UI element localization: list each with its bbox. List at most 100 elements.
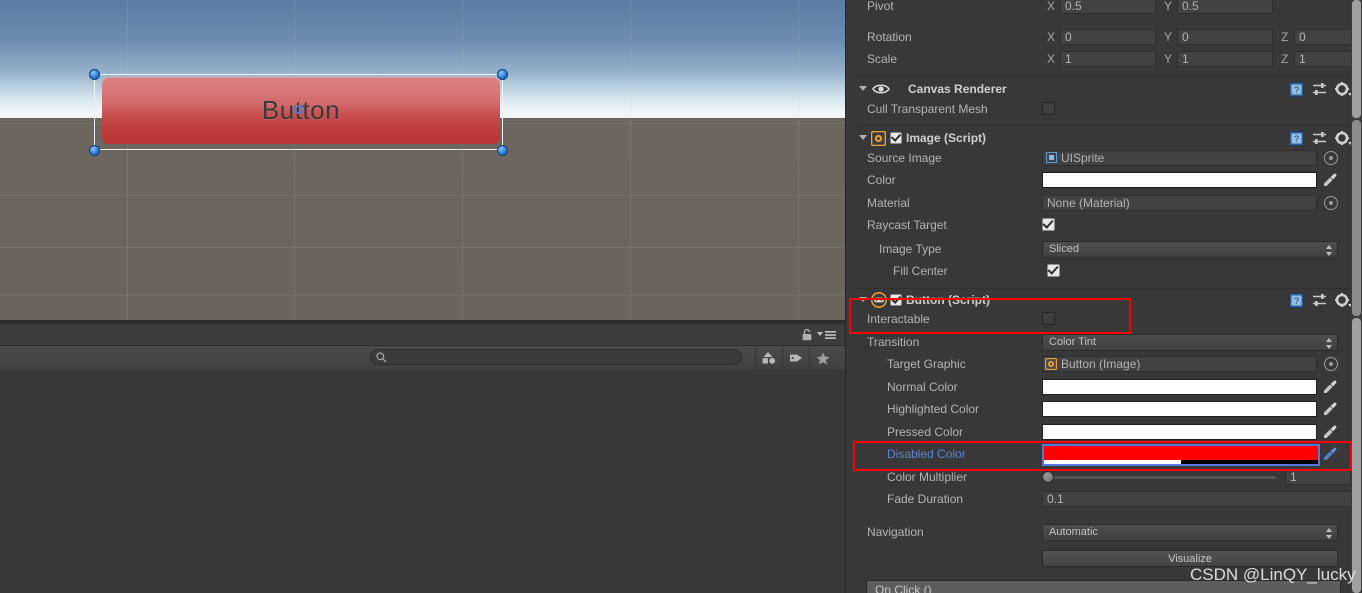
scene-grid-line	[127, 0, 128, 324]
sprite-icon	[1046, 152, 1057, 163]
pressed-color-swatch[interactable]	[1042, 424, 1317, 440]
rotation-x-field[interactable]: 0	[1060, 29, 1156, 45]
target-graphic-object-picker[interactable]	[1324, 357, 1338, 371]
pivot-y-axis: Y	[1164, 0, 1173, 13]
raycast-target-label: Raycast Target	[867, 218, 947, 232]
lock-icon[interactable]	[801, 328, 813, 341]
canvas-renderer-header[interactable]: Canvas Renderer ?	[846, 79, 1362, 101]
interactable-checkbox[interactable]	[1042, 312, 1055, 325]
disabled-color-label: Disabled Color	[887, 447, 966, 461]
normal-color-label: Normal Color	[887, 380, 958, 394]
pivot-y-field[interactable]: 0.5	[1177, 0, 1273, 14]
resize-handle-top-left[interactable]	[89, 69, 100, 80]
favorite-filter-button[interactable]	[809, 347, 836, 369]
gear-icon[interactable]	[1335, 131, 1352, 146]
inspector-scrollbar-thumb-top[interactable]	[1352, 0, 1361, 118]
rotation-y-field[interactable]: 0	[1177, 29, 1273, 45]
color-multiplier-field[interactable]: 1	[1285, 469, 1351, 485]
resize-handle-bottom-right[interactable]	[497, 145, 508, 156]
disabled-color-swatch[interactable]	[1042, 444, 1320, 466]
transition-value: Color Tint	[1049, 336, 1097, 348]
scale-z-field[interactable]: 1	[1294, 51, 1352, 67]
image-type-dropdown[interactable]: Sliced	[1042, 241, 1338, 258]
transition-label: Transition	[867, 335, 920, 349]
fill-center-checkbox[interactable]	[1047, 264, 1060, 277]
target-graphic-field[interactable]: Button (Image)	[1042, 356, 1317, 372]
filter-by-type-button[interactable]	[755, 347, 782, 369]
transition-dropdown[interactable]: Color Tint	[1042, 334, 1338, 351]
fade-duration-field[interactable]: 0.1	[1042, 491, 1352, 507]
eyedropper-icon[interactable]	[1322, 172, 1338, 188]
svg-text:?: ?	[1294, 296, 1299, 306]
color-swatch[interactable]	[1042, 172, 1317, 188]
preset-sliders-icon[interactable]	[1312, 293, 1328, 308]
target-graphic-row: Target Graphic Button (Image)	[857, 354, 1352, 376]
chevron-down-icon[interactable]	[859, 86, 867, 91]
cull-transparent-mesh-checkbox[interactable]	[1042, 102, 1055, 115]
eye-icon	[872, 84, 890, 94]
scale-row: Scale X 1 Y 1 Z 1	[857, 49, 1352, 71]
scene-grid-line	[294, 0, 295, 324]
cull-transparent-mesh-row: Cull Transparent Mesh	[857, 99, 1352, 121]
gear-icon[interactable]	[1335, 82, 1352, 97]
chevron-down-icon[interactable]	[859, 135, 867, 140]
scene-grid-line	[798, 0, 799, 324]
scene-view[interactable]: Button	[0, 0, 845, 324]
rotation-row: Rotation X 0 Y 0 Z 0	[857, 27, 1352, 49]
material-field[interactable]: None (Material)	[1042, 195, 1317, 211]
eyedropper-icon[interactable]	[1322, 379, 1338, 395]
image-type-label: Image Type	[879, 242, 942, 256]
help-book-icon[interactable]: ?	[1289, 82, 1304, 97]
target-graphic-label: Target Graphic	[887, 357, 966, 371]
material-row: Material None (Material)	[857, 193, 1352, 215]
image-type-row: Image Type Sliced	[857, 239, 1352, 261]
help-book-icon[interactable]: ?	[1289, 293, 1304, 308]
scale-y-field[interactable]: 1	[1177, 51, 1273, 67]
highlighted-color-swatch[interactable]	[1042, 401, 1317, 417]
filter-by-label-button[interactable]	[782, 347, 809, 369]
button-script-enabled-checkbox[interactable]	[890, 294, 902, 306]
scene-grid-line	[0, 295, 845, 296]
disabled-color-alpha-track	[1044, 460, 1318, 464]
normal-color-row: Normal Color	[857, 377, 1352, 399]
image-script-header[interactable]: Image (Script) ?	[846, 128, 1362, 150]
eyedropper-icon[interactable]	[1322, 424, 1338, 440]
eyedropper-icon[interactable]	[1322, 446, 1338, 462]
material-label: Material	[867, 196, 910, 210]
color-row: Color	[857, 170, 1352, 192]
search-input[interactable]	[370, 349, 742, 365]
help-book-icon[interactable]: ?	[1289, 131, 1304, 146]
inspector-scrollbar[interactable]	[1351, 0, 1362, 593]
resize-handle-bottom-left[interactable]	[89, 145, 100, 156]
eyedropper-icon[interactable]	[1322, 401, 1338, 417]
scale-y-axis: Y	[1164, 52, 1173, 66]
navigation-dropdown[interactable]: Automatic	[1042, 524, 1338, 541]
chevron-down-icon[interactable]	[859, 297, 867, 302]
slider-knob[interactable]	[1042, 471, 1054, 483]
preset-sliders-icon[interactable]	[1312, 82, 1328, 97]
project-panel-body[interactable]	[0, 370, 845, 593]
raycast-target-checkbox[interactable]	[1042, 218, 1055, 231]
color-multiplier-slider[interactable]	[1042, 467, 1280, 489]
inspector-scrollbar-thumb[interactable]	[1352, 120, 1361, 316]
inspector-scrollbar-thumb-bottom[interactable]	[1352, 318, 1361, 593]
image-script-enabled-checkbox[interactable]	[890, 132, 902, 144]
pivot-x-field[interactable]: 0.5	[1060, 0, 1156, 14]
scene-grid-line	[630, 0, 631, 324]
button-component-icon	[871, 292, 887, 308]
source-image-object-picker[interactable]	[1324, 151, 1338, 165]
preset-sliders-icon[interactable]	[1312, 131, 1328, 146]
hamburger-menu-icon[interactable]	[817, 330, 837, 340]
normal-color-swatch[interactable]	[1042, 379, 1317, 395]
scale-x-field[interactable]: 1	[1060, 51, 1156, 67]
source-image-field[interactable]: UISprite	[1042, 150, 1317, 166]
material-object-picker[interactable]	[1324, 196, 1338, 210]
scene-grid-line	[0, 247, 845, 248]
rotation-z-field[interactable]: 0	[1294, 29, 1352, 45]
svg-text:?: ?	[1294, 85, 1299, 95]
resize-handle-top-right[interactable]	[497, 69, 508, 80]
divider	[857, 288, 1352, 289]
chevron-updown-icon	[1326, 528, 1333, 539]
image-component-icon	[1045, 358, 1057, 370]
gear-icon[interactable]	[1335, 293, 1352, 308]
